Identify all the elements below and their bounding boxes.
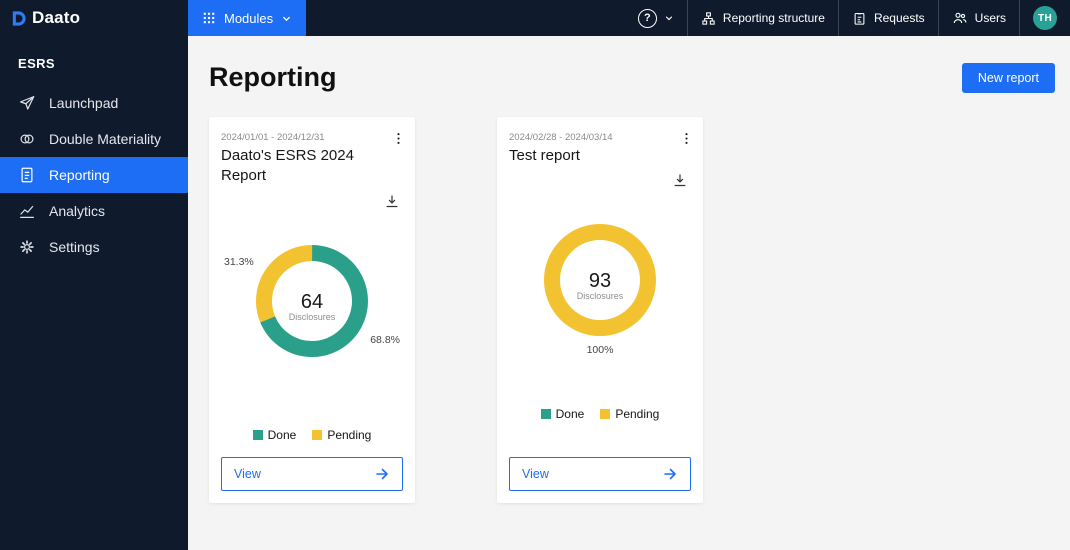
nav-reporting-structure[interactable]: Reporting structure (688, 0, 838, 36)
logo-text: Daato (32, 8, 81, 27)
sidebar-item-label: Analytics (49, 203, 106, 219)
view-report-button[interactable]: View (509, 457, 691, 491)
donut-center-value: 93 (589, 270, 611, 292)
help-button[interactable]: ? (625, 0, 687, 36)
sidebar-item-settings[interactable]: Settings (0, 229, 188, 265)
disclosures-donut-chart: 100% 93Disclosures (544, 224, 656, 356)
sidebar-item-label: Launchpad (49, 95, 119, 111)
new-report-button[interactable]: New report (961, 62, 1055, 93)
report-date-range: 2024/02/28 - 2024/03/14 (509, 132, 613, 143)
document-icon (18, 166, 36, 184)
modules-button[interactable]: Modules (188, 0, 307, 36)
donut-center-label: Disclosures (577, 291, 624, 301)
report-card: 2024/01/01 - 2024/12/31 Daato's ESRS 202… (209, 117, 415, 503)
legend-item-done: Done (540, 407, 585, 422)
legend-label-done: Done (555, 407, 585, 422)
view-label: View (234, 467, 261, 481)
rocket-icon (18, 94, 36, 112)
report-cards: 2024/01/01 - 2024/12/31 Daato's ESRS 202… (209, 117, 1055, 503)
download-row (509, 172, 691, 192)
sidebar-item-label: Settings (49, 239, 100, 255)
grid-icon (202, 11, 216, 25)
gear-icon (18, 238, 36, 256)
page-title: Reporting (209, 62, 337, 92)
view-report-button[interactable]: View (221, 457, 403, 491)
legend-swatch-done (252, 429, 263, 440)
sidebar-item-reporting[interactable]: Reporting (0, 157, 188, 193)
legend-label-pending: Pending (327, 427, 372, 442)
line-chart-icon (18, 202, 36, 220)
report-card: 2024/02/28 - 2024/03/14 Test report 100%… (497, 117, 703, 503)
arrow-right-icon (374, 466, 390, 482)
report-date-range: 2024/01/01 - 2024/12/31 (221, 132, 325, 143)
page-header: Reporting New report (209, 62, 1055, 93)
daato-logo-icon (10, 10, 27, 27)
legend-item-done: Done (252, 427, 297, 442)
sidebar-item-double-materiality[interactable]: Double Materiality (0, 121, 188, 157)
donut-center-value: 64 (301, 291, 323, 313)
donut-percentage-label: 100% (587, 344, 614, 356)
chevron-down-icon (664, 13, 674, 23)
legend-label-pending: Pending (615, 407, 660, 422)
main-content: Reporting New report 2024/01/01 - 2024/1… (188, 36, 1070, 550)
chart-legend: Done Pending (509, 407, 691, 421)
topbar: Daato Modules ? Reporting structure Requ… (0, 0, 1070, 36)
legend-item-pending: Pending (600, 407, 659, 421)
kebab-menu-icon[interactable] (675, 127, 697, 149)
chevron-down-icon (281, 13, 292, 24)
legend-swatch-pending (312, 429, 323, 440)
legend-swatch-done (540, 409, 551, 420)
donut-center-label: Disclosures (289, 312, 336, 322)
legend-item-pending: Pending (312, 428, 371, 442)
download-icon[interactable] (671, 172, 691, 192)
requests-icon (852, 11, 867, 26)
report-title: Test report (509, 147, 580, 164)
overlapping-circles-icon (18, 130, 36, 148)
donut-percentage-label: 31.3% (224, 256, 254, 268)
report-title: Daato's ESRS 2024 Report (221, 147, 354, 185)
users-icon (952, 10, 968, 26)
download-icon[interactable] (383, 193, 403, 213)
nav-label: Users (974, 11, 1006, 25)
user-avatar[interactable]: TH (1020, 0, 1070, 36)
sidebar-section-label: ESRS (18, 56, 56, 71)
help-icon: ? (637, 8, 657, 28)
sidebar-item-analytics[interactable]: Analytics (0, 193, 188, 229)
view-label: View (522, 467, 549, 481)
body-row: ESRS Launchpad Double Materiality Report… (0, 36, 1070, 550)
donut-percentage-label: 68.8% (370, 333, 400, 345)
sidebar-item-label: Double Materiality (49, 131, 162, 147)
topbar-right-group: ? Reporting structure Requests Users TH (625, 0, 1070, 36)
sidebar-item-label: Reporting (49, 167, 110, 183)
chart-legend: Done Pending (221, 428, 403, 442)
legend-label-done: Done (267, 427, 297, 442)
nav-label: Requests (873, 11, 925, 25)
modules-label: Modules (224, 10, 274, 26)
arrow-right-icon (662, 466, 678, 482)
sidebar: ESRS Launchpad Double Materiality Report… (0, 36, 188, 550)
sidebar-item-launchpad[interactable]: Launchpad (0, 85, 188, 121)
daato-logo[interactable]: Daato (0, 0, 188, 36)
nav-requests[interactable]: Requests (839, 0, 938, 36)
structure-icon (701, 11, 716, 26)
nav-users[interactable]: Users (939, 0, 1019, 36)
kebab-menu-icon[interactable] (387, 127, 409, 149)
disclosures-donut-chart: 68.8% 31.3% 64Disclosures (224, 244, 400, 357)
avatar-initials: TH (1033, 6, 1057, 30)
download-row (221, 193, 403, 213)
nav-label: Reporting structure (722, 11, 825, 25)
legend-swatch-pending (600, 409, 611, 420)
